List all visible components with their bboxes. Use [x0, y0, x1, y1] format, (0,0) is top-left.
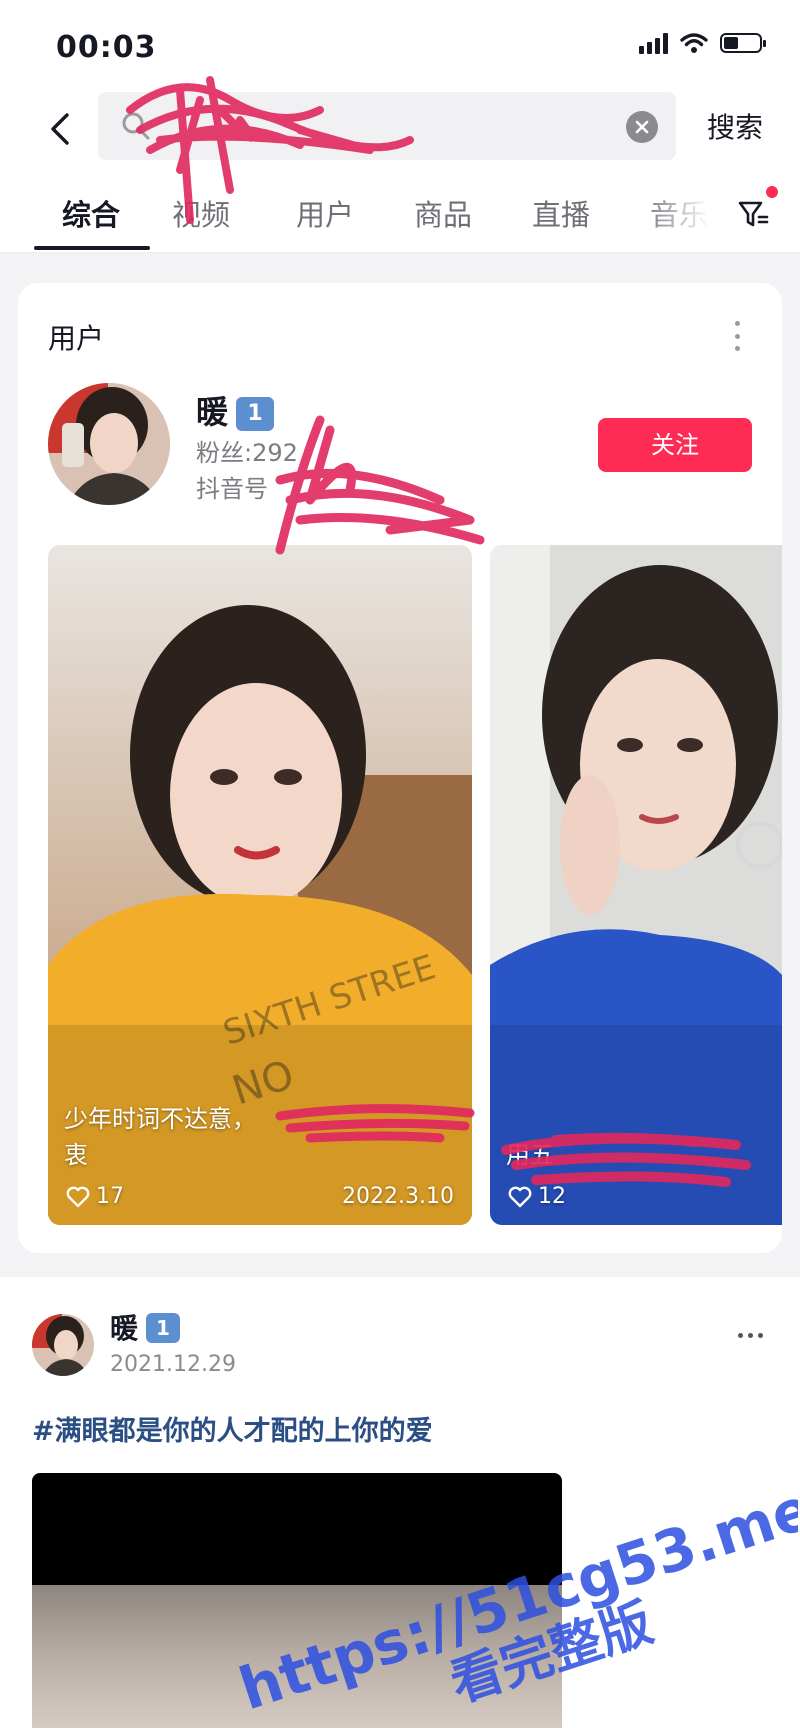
video-caption: 用五	[506, 1141, 554, 1169]
search-bar: 搜索	[0, 92, 800, 172]
active-tab-indicator	[34, 246, 150, 250]
search-icon	[122, 112, 150, 140]
level-badge: 1	[236, 397, 275, 431]
clear-icon	[635, 120, 649, 134]
user-name-row[interactable]: 暖1	[196, 387, 275, 433]
chevron-left-icon	[51, 113, 69, 145]
more-options-icon[interactable]	[732, 321, 742, 351]
post-author: 暖	[110, 1312, 139, 1345]
search-button[interactable]: 搜索	[707, 106, 763, 146]
clear-button[interactable]	[626, 111, 658, 143]
video-caption: 少年时词不达意， 衷	[64, 1105, 256, 1169]
search-input[interactable]	[98, 92, 676, 160]
result-tabs: 综合 视频 用户 商品 直播 音乐	[0, 172, 800, 253]
post-date: 2021.12.29	[110, 1352, 236, 1377]
tab-live[interactable]: 直播	[532, 192, 590, 234]
avatar[interactable]	[48, 383, 170, 505]
wifi-icon	[680, 33, 708, 53]
user-result-card: 用户 暖1 粉丝:292 抖音号 关注 SIXTH STREE 少年时词不达意，…	[18, 283, 782, 1253]
post-avatar[interactable]	[32, 1314, 94, 1376]
filter-button[interactable]	[736, 196, 772, 232]
back-button[interactable]	[36, 104, 86, 154]
level-badge: 1	[146, 1313, 181, 1343]
status-time: 00:03	[56, 30, 157, 65]
more-options-icon[interactable]	[738, 1333, 763, 1338]
video-like-count: 12	[508, 1184, 566, 1209]
tab-users[interactable]: 用户	[296, 192, 354, 234]
heart-icon	[508, 1186, 532, 1207]
filter-notification-dot	[766, 186, 778, 198]
watermark: https://51cg53.me 看完整版	[238, 1474, 798, 1723]
tab-comprehensive[interactable]: 综合	[62, 192, 120, 234]
tab-products[interactable]: 商品	[414, 192, 472, 234]
video-like-count: 17	[66, 1184, 124, 1209]
post-author-row[interactable]: 暖1	[110, 1307, 181, 1347]
video-date: 2022.3.10	[342, 1184, 454, 1209]
heart-icon	[66, 1186, 90, 1207]
user-name: 暖	[196, 393, 229, 431]
cellular-signal-icon	[639, 32, 668, 54]
card-title: 用户	[48, 322, 105, 355]
fans-count: 粉丝:292	[196, 439, 298, 467]
battery-icon	[720, 33, 766, 53]
status-bar: 00:03	[0, 0, 800, 92]
tab-fade	[640, 172, 740, 250]
video-thumbnail[interactable]: 用五 12	[490, 545, 782, 1225]
tab-video[interactable]: 视频	[172, 192, 230, 234]
douyin-id: 抖音号	[196, 475, 268, 503]
filter-icon	[738, 201, 769, 227]
video-thumbnail[interactable]: SIXTH STREE NO 少年时词不达意， 衷 17 2022.3.10	[48, 545, 472, 1225]
follow-button[interactable]: 关注	[598, 418, 752, 472]
status-icons	[639, 32, 766, 54]
